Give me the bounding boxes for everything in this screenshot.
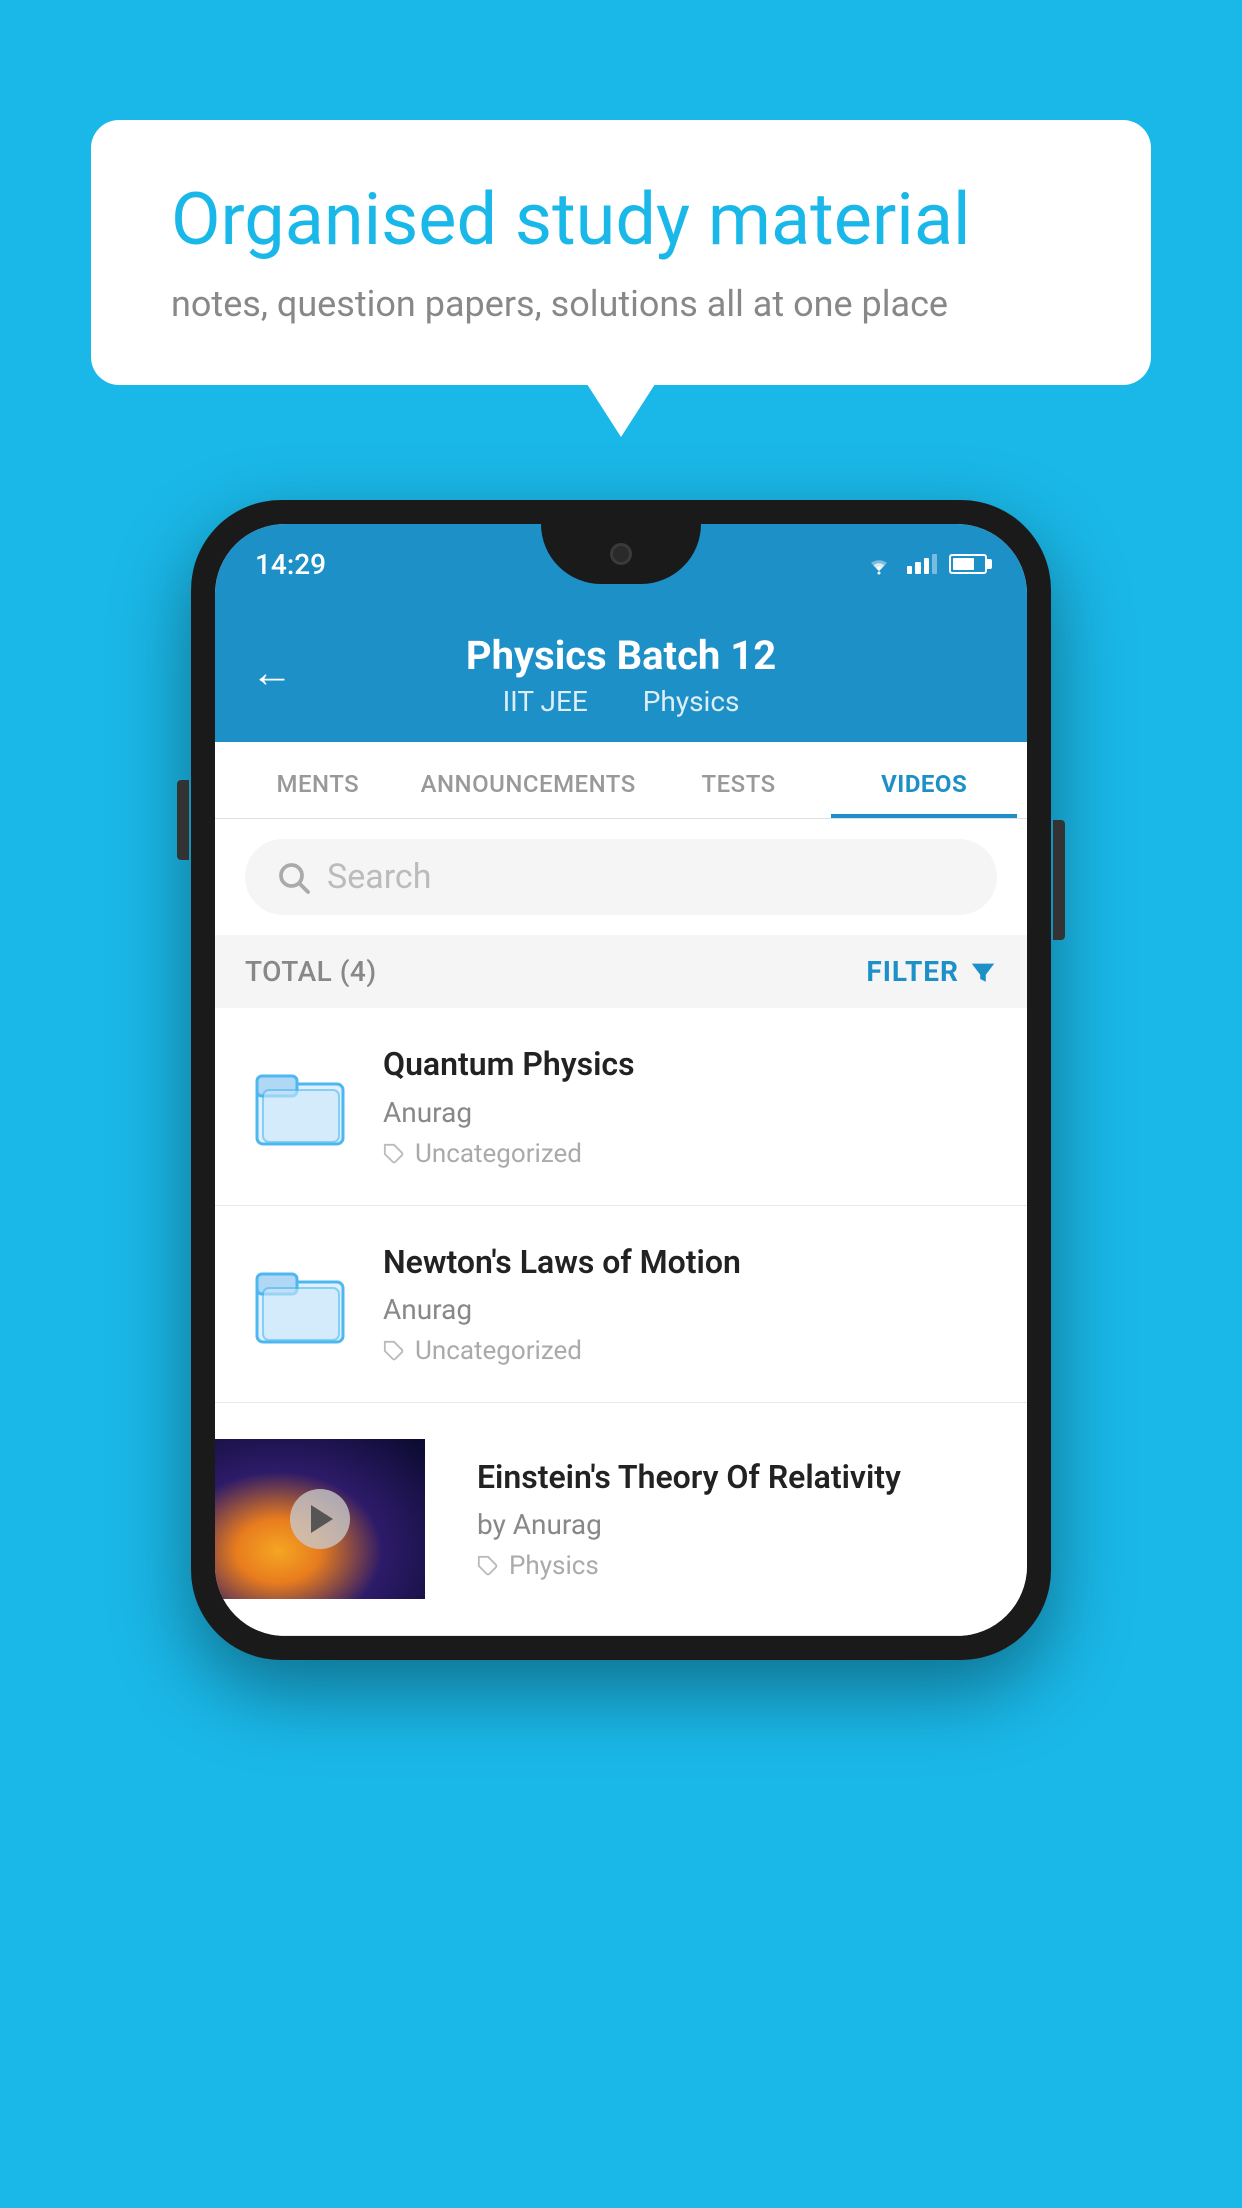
video-info-1: Quantum Physics Anurag Uncategorized (383, 1044, 997, 1169)
video-tag-text-3: Physics (509, 1551, 599, 1581)
back-button[interactable]: ← (251, 649, 293, 698)
video-tag-3: Physics (477, 1551, 1003, 1581)
header-subtitle: IIT JEE Physics (491, 685, 752, 718)
video-info-3: Einstein's Theory Of Relativity by Anura… (453, 1457, 1027, 1582)
status-icons (863, 553, 987, 575)
tab-ments[interactable]: MENTS (225, 742, 411, 818)
play-triangle-icon (311, 1505, 333, 1533)
tag-icon (477, 1555, 499, 1577)
bubble-title: Organised study material (171, 180, 1071, 259)
video-tag-2: Uncategorized (383, 1336, 997, 1366)
status-time: 14:29 (255, 548, 326, 581)
list-item[interactable]: Newton's Laws of Motion Anurag Uncategor… (215, 1206, 1027, 1404)
phone-screen: 14:29 (215, 524, 1027, 1636)
phone-outer: 14:29 (191, 500, 1051, 1660)
tabs-bar: MENTS ANNOUNCEMENTS TESTS VIDEOS (215, 742, 1027, 819)
video-info-2: Newton's Laws of Motion Anurag Uncategor… (383, 1242, 997, 1367)
search-container: Search (215, 819, 1027, 935)
speech-bubble: Organised study material notes, question… (91, 120, 1151, 385)
video-thumb-1 (245, 1051, 355, 1161)
phone-wrapper: 14:29 (191, 500, 1051, 1660)
video-list: Quantum Physics Anurag Uncategorized (215, 1008, 1027, 1636)
filter-label: FILTER (866, 955, 959, 988)
status-bar: 14:29 (215, 524, 1027, 604)
app-header: ← Physics Batch 12 IIT JEE Physics (215, 604, 1027, 742)
video-tag-1: Uncategorized (383, 1139, 997, 1169)
video-title-2: Newton's Laws of Motion (383, 1242, 997, 1284)
total-count: TOTAL (4) (245, 955, 377, 988)
video-author-3: by Anurag (477, 1508, 1003, 1541)
filter-button[interactable]: FILTER (866, 955, 997, 988)
tab-announcements[interactable]: ANNOUNCEMENTS (411, 742, 646, 818)
play-button[interactable] (290, 1489, 350, 1549)
filter-bar: TOTAL (4) FILTER (215, 935, 1027, 1008)
filter-icon (969, 958, 997, 986)
header-subtitle-part2: Physics (643, 685, 740, 718)
folder-icon (255, 1066, 345, 1146)
tag-icon (383, 1340, 405, 1362)
bubble-subtitle: notes, question papers, solutions all at… (171, 283, 1071, 325)
search-icon (275, 859, 311, 895)
video-author-2: Anurag (383, 1293, 997, 1326)
wifi-icon (863, 553, 895, 575)
tab-tests[interactable]: TESTS (646, 742, 832, 818)
video-tag-text-2: Uncategorized (415, 1336, 582, 1366)
video-thumb-2 (245, 1249, 355, 1359)
folder-icon (255, 1264, 345, 1344)
header-title: Physics Batch 12 (466, 632, 776, 679)
search-placeholder-text: Search (327, 857, 431, 897)
video-thumb-3 (215, 1439, 425, 1599)
video-title-3: Einstein's Theory Of Relativity (477, 1457, 1003, 1499)
top-section: Organised study material notes, question… (0, 0, 1242, 445)
video-title-1: Quantum Physics (383, 1044, 997, 1086)
list-item[interactable]: Einstein's Theory Of Relativity by Anura… (215, 1403, 1027, 1636)
video-tag-text-1: Uncategorized (415, 1139, 582, 1169)
battery-icon (949, 554, 987, 574)
camera (610, 543, 632, 565)
header-subtitle-part1: IIT JEE (503, 685, 588, 718)
notch (541, 524, 701, 584)
tag-icon (383, 1143, 405, 1165)
list-item[interactable]: Quantum Physics Anurag Uncategorized (215, 1008, 1027, 1206)
video-author-1: Anurag (383, 1096, 997, 1129)
search-bar[interactable]: Search (245, 839, 997, 915)
tab-videos[interactable]: VIDEOS (831, 742, 1017, 818)
signal-icon (907, 554, 937, 574)
